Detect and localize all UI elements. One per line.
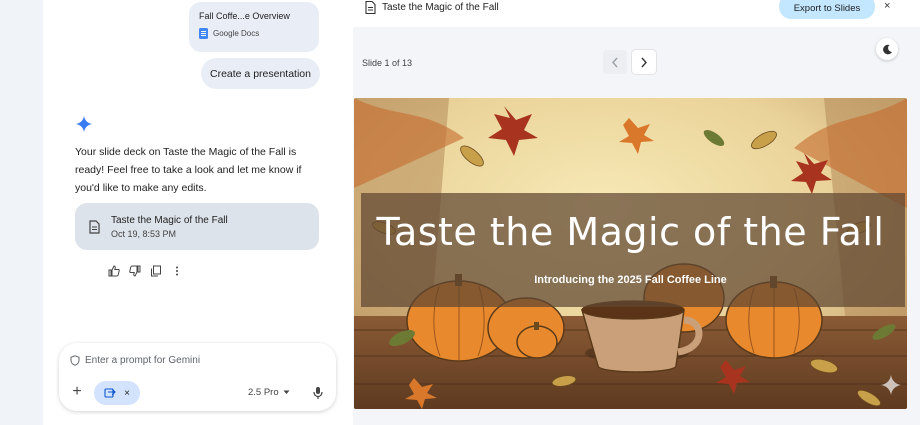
google-docs-icon bbox=[199, 28, 208, 39]
chevron-right-icon bbox=[641, 57, 647, 67]
dark-mode-toggle[interactable] bbox=[876, 38, 898, 60]
more-icon[interactable] bbox=[170, 264, 183, 277]
shield-icon bbox=[70, 355, 80, 366]
document-icon bbox=[365, 1, 376, 14]
prompt-box: Enter a prompt for Gemini + × 2.5 Pro bbox=[59, 343, 336, 411]
model-selector[interactable]: 2.5 Pro bbox=[248, 387, 290, 398]
left-nav-strip bbox=[0, 0, 43, 425]
attached-doc-title: Fall Coffe...e Overview bbox=[199, 11, 290, 21]
document-icon bbox=[89, 219, 100, 234]
previous-slide-button[interactable] bbox=[603, 50, 627, 74]
user-message: Create a presentation bbox=[201, 58, 320, 89]
response-actions bbox=[107, 264, 183, 277]
next-slide-button[interactable] bbox=[632, 50, 656, 74]
attached-doc-source: Google Docs bbox=[213, 29, 260, 38]
add-button[interactable]: + bbox=[69, 384, 85, 400]
slide-preview: Taste the Magic of the Fall Introducing … bbox=[354, 98, 907, 409]
gemini-sparkle-icon bbox=[75, 115, 93, 133]
copy-icon[interactable] bbox=[149, 264, 162, 277]
slide-subtitle: Introducing the 2025 Fall Coffee Line bbox=[534, 274, 727, 286]
chat-panel: Fall Coffe...e Overview Google Docs Crea… bbox=[43, 0, 353, 425]
slide-deck-card-text: Taste the Magic of the Fall Oct 19, 8:53… bbox=[111, 215, 228, 239]
prompt-placeholder: Enter a prompt for Gemini bbox=[85, 355, 201, 366]
moon-icon bbox=[882, 44, 892, 54]
export-to-slides-button[interactable]: Export to Slides bbox=[779, 0, 875, 19]
slide-deck-card-title: Taste the Magic of the Fall bbox=[111, 214, 228, 226]
canvas-icon bbox=[104, 388, 116, 398]
slide-deck-card-date: Oct 19, 8:53 PM bbox=[111, 228, 177, 239]
microphone-icon[interactable] bbox=[311, 385, 325, 401]
tool-chip-close-icon[interactable]: × bbox=[124, 388, 130, 399]
prompt-input[interactable]: Enter a prompt for Gemini bbox=[70, 355, 200, 366]
canvas-tool-chip[interactable]: × bbox=[94, 381, 140, 405]
preview-title: Taste the Magic of the Fall bbox=[382, 2, 499, 13]
model-label: 2.5 Pro bbox=[248, 387, 279, 398]
slide-title: Taste the Magic of the Fall bbox=[376, 210, 885, 254]
slide-deck-card[interactable]: Taste the Magic of the Fall Oct 19, 8:53… bbox=[75, 203, 319, 250]
preview-header: Taste the Magic of the Fall Export to Sl… bbox=[353, 0, 920, 27]
thumbs-up-icon[interactable] bbox=[107, 264, 120, 277]
attached-doc-meta: Google Docs bbox=[199, 28, 309, 39]
slide-counter: Slide 1 of 13 bbox=[362, 58, 413, 68]
chevron-down-icon bbox=[283, 390, 290, 394]
chevron-left-icon bbox=[612, 57, 618, 67]
preview-panel: Taste the Magic of the Fall Export to Sl… bbox=[353, 0, 920, 425]
thumbs-down-icon[interactable] bbox=[128, 264, 141, 277]
gemini-watermark-icon bbox=[880, 374, 902, 396]
attached-doc-chip[interactable]: Fall Coffe...e Overview Google Docs bbox=[189, 2, 319, 52]
gemini-reply-text: Your slide deck on Taste the Magic of th… bbox=[75, 146, 302, 194]
close-preview-button[interactable]: × bbox=[884, 0, 890, 12]
